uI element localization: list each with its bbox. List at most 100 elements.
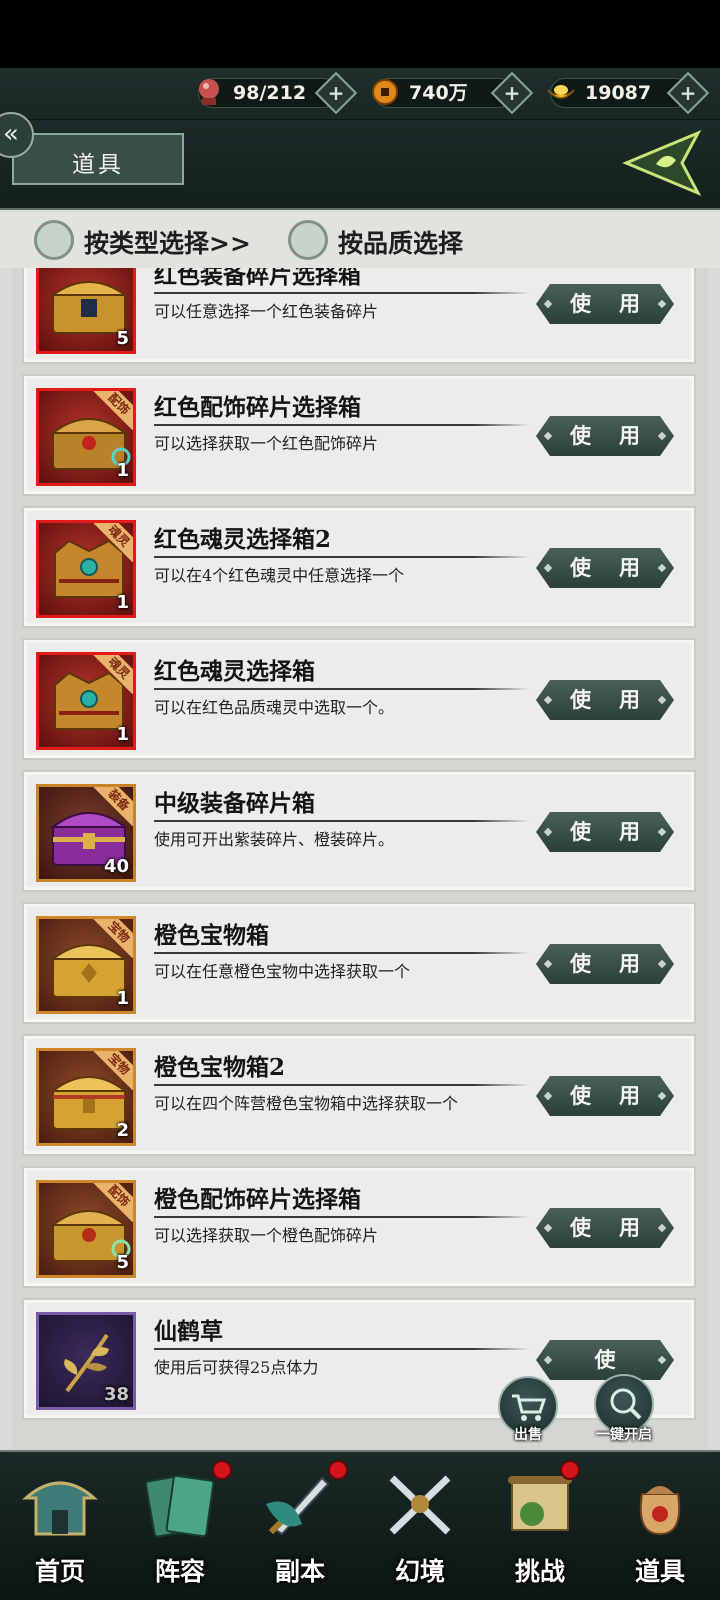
stamina-orb-icon xyxy=(199,79,219,105)
item-thumbnail[interactable]: 宝物 2 xyxy=(36,1048,136,1146)
use-button[interactable]: 使 xyxy=(536,1340,674,1380)
nav-challenge[interactable]: 挑战 xyxy=(480,1452,600,1600)
item-thumbnail[interactable]: 宝物 1 xyxy=(36,916,136,1014)
page-header: 道具 « xyxy=(0,112,720,210)
filter-type-radio[interactable] xyxy=(34,220,74,260)
filter-quality-label[interactable]: 按品质选择 xyxy=(338,224,463,260)
item-thumbnail[interactable]: 装备 40 xyxy=(36,784,136,882)
item-name: 橙色宝物箱 xyxy=(154,922,269,949)
item-thumbnail[interactable]: 魂灵 1 xyxy=(36,520,136,618)
item-count: 5 xyxy=(116,328,129,349)
nav-illusion[interactable]: 幻境 xyxy=(360,1452,480,1600)
resource-bar: 98/212 + 740万 + 19087 + xyxy=(0,68,720,120)
nav-home-label: 首页 xyxy=(34,1557,85,1586)
filter-type-label[interactable]: 按类型选择>> xyxy=(84,224,251,260)
nav-lineup-badge xyxy=(212,1460,232,1480)
filter-quality-radio[interactable] xyxy=(288,220,328,260)
item-name: 中级装备碎片箱 xyxy=(154,790,315,817)
item-divider xyxy=(154,820,530,822)
item-name: 红色装备碎片选择箱 xyxy=(154,268,361,289)
page-title: 道具 xyxy=(72,152,124,178)
item-count: 38 xyxy=(103,1384,129,1405)
item-description: 可以在红色品质魂灵中选取一个。 xyxy=(154,698,395,717)
list-item: 5 红色装备碎片选择箱 可以任意选择一个红色装备碎片 使用 xyxy=(22,268,696,364)
item-description: 可以选择获取一个红色配饰碎片 xyxy=(154,434,379,453)
item-count: 1 xyxy=(116,724,129,745)
item-count: 2 xyxy=(116,1120,129,1141)
use-button[interactable]: 使用 xyxy=(536,548,674,588)
nav-dungeon-badge xyxy=(328,1460,348,1480)
item-name: 红色魂灵选择箱 xyxy=(154,658,315,685)
resource-stamina: 98/212 + xyxy=(198,71,358,115)
nav-lineup-label: 阵容 xyxy=(154,1557,205,1586)
list-item: 配饰 5 橙色配饰碎片选择箱 可以选择获取一个橙色配饰碎片 使用 xyxy=(22,1166,696,1288)
item-name: 红色配饰碎片选择箱 xyxy=(154,394,361,421)
title-plate: 道具 xyxy=(12,133,184,185)
list-item: 魂灵 1 红色魂灵选择箱 可以在红色品质魂灵中选取一个。 使用 xyxy=(22,638,696,760)
nav-items-label: 道具 xyxy=(634,1557,685,1586)
item-description: 使用后可获得25点体力 xyxy=(154,1358,319,1377)
item-thumbnail[interactable]: 5 xyxy=(36,268,136,354)
filter-row: 按类型选择>> 按品质选择 xyxy=(0,212,720,268)
resource-coin-value: 740万 xyxy=(409,82,468,104)
item-name: 橙色宝物箱2 xyxy=(154,1054,286,1081)
use-button[interactable]: 使用 xyxy=(536,680,674,720)
list-item: 配饰 1 红色配饰碎片选择箱 可以选择获取一个红色配饰碎片 使用 xyxy=(22,374,696,496)
use-button[interactable]: 使用 xyxy=(536,416,674,456)
item-divider xyxy=(154,952,530,954)
resource-stamina-value: 98/212 xyxy=(233,82,307,104)
home-pavilion-icon xyxy=(22,1481,98,1536)
item-description: 可以任意选择一个红色装备碎片 xyxy=(154,302,379,321)
add-coin-button[interactable]: + xyxy=(490,71,534,115)
item-count: 40 xyxy=(103,856,129,877)
item-thumbnail[interactable]: 配饰 1 xyxy=(36,388,136,486)
item-divider xyxy=(154,424,530,426)
nav-lineup[interactable]: 阵容 xyxy=(120,1452,240,1600)
item-thumbnail[interactable]: 配饰 5 xyxy=(36,1180,136,1278)
item-thumbnail[interactable]: 魂灵 1 xyxy=(36,652,136,750)
item-bag-icon xyxy=(639,1486,681,1536)
list-item: 宝物 1 橙色宝物箱 可以在任意橙色宝物中选择获取一个 使用 xyxy=(22,902,696,1024)
item-name: 仙鹤草 xyxy=(154,1318,223,1345)
resource-gold: 19087 + xyxy=(547,71,710,115)
nav-illusion-label: 幻境 xyxy=(394,1557,445,1586)
lineup-cards-icon xyxy=(144,1474,215,1538)
item-divider xyxy=(154,556,530,558)
sword-dungeon-icon xyxy=(266,1476,330,1536)
use-button[interactable]: 使用 xyxy=(536,944,674,984)
gold-ingot-icon xyxy=(547,85,575,99)
item-count: 1 xyxy=(116,592,129,613)
sell-label[interactable]: 出售 xyxy=(483,1424,573,1444)
item-description: 可以选择获取一个橙色配饰碎片 xyxy=(154,1226,379,1245)
nav-home[interactable]: 首页 xyxy=(0,1452,120,1600)
game-emblem-icon[interactable] xyxy=(622,128,702,198)
coin-icon xyxy=(372,79,398,105)
item-description: 可以在四个阵营橙色宝物箱中选择获取一个 xyxy=(154,1094,459,1113)
use-button[interactable]: 使用 xyxy=(536,284,674,324)
resource-coin: 740万 + xyxy=(372,71,534,115)
item-count: 1 xyxy=(116,460,129,481)
resource-gold-value: 19087 xyxy=(585,82,652,104)
item-divider xyxy=(154,1084,530,1086)
nav-challenge-badge xyxy=(560,1460,580,1480)
item-description: 使用可开出紫装碎片、橙装碎片。 xyxy=(154,830,395,849)
nav-dungeon-label: 副本 xyxy=(274,1557,325,1586)
open-all-label[interactable]: 一键开启 xyxy=(579,1424,669,1444)
item-description: 可以在任意橙色宝物中选择获取一个 xyxy=(154,962,411,981)
add-gold-button[interactable]: + xyxy=(666,71,710,115)
use-button[interactable]: 使用 xyxy=(536,1208,674,1248)
nav-dungeon[interactable]: 副本 xyxy=(240,1452,360,1600)
nav-items[interactable]: 道具 xyxy=(600,1452,720,1600)
item-divider xyxy=(154,1216,530,1218)
status-bar xyxy=(0,0,720,68)
add-stamina-button[interactable]: + xyxy=(314,71,358,115)
use-button[interactable]: 使用 xyxy=(536,1076,674,1116)
item-list[interactable]: 5 红色装备碎片选择箱 可以任意选择一个红色装备碎片 使用 配饰 1 红色配饰碎… xyxy=(12,268,708,1450)
nav-challenge-label: 挑战 xyxy=(514,1557,565,1586)
use-button[interactable]: 使用 xyxy=(536,812,674,852)
item-divider xyxy=(154,688,530,690)
item-thumbnail[interactable]: 38 xyxy=(36,1312,136,1410)
item-count: 5 xyxy=(116,1252,129,1273)
item-description: 可以在4个红色魂灵中任意选择一个 xyxy=(154,566,405,585)
item-divider xyxy=(154,1348,530,1350)
